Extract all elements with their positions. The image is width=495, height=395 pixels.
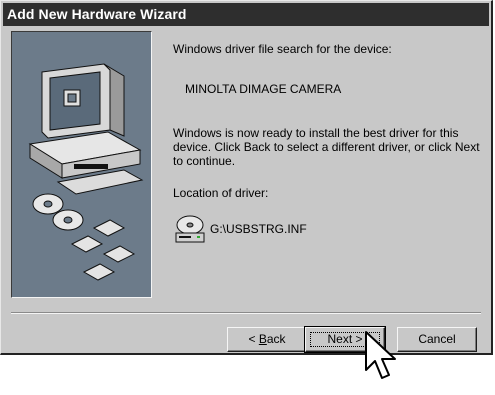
window-title: Add New Hardware Wizard: [7, 6, 187, 22]
wizard-dialog: Add New Hardware Wizard Windows driver f…: [0, 0, 493, 355]
device-name: MINOLTA DIMAGE CAMERA: [185, 82, 342, 96]
computer-and-disks-icon: [28, 63, 144, 281]
next-label: Next >: [327, 332, 363, 346]
back-label-rest: ack: [266, 332, 286, 346]
wizard-illustration: [11, 31, 152, 298]
separator-highlight: [11, 313, 481, 314]
cd-drive-icon: [175, 215, 205, 243]
ready-message: Windows is now ready to install the best…: [173, 126, 480, 168]
search-label: Windows driver file search for the devic…: [173, 42, 392, 56]
driver-path: G:\USBSTRG.INF: [210, 222, 307, 236]
title-bar[interactable]: Add New Hardware Wizard: [3, 3, 489, 26]
cancel-button[interactable]: Cancel: [397, 327, 477, 352]
back-prefix: <: [248, 332, 259, 346]
location-label: Location of driver:: [173, 186, 269, 200]
mouse-pointer-icon: [365, 331, 396, 379]
cancel-label: Cancel: [418, 332, 456, 346]
back-button[interactable]: < Back: [227, 327, 307, 352]
back-mnemonic: B: [258, 332, 267, 346]
